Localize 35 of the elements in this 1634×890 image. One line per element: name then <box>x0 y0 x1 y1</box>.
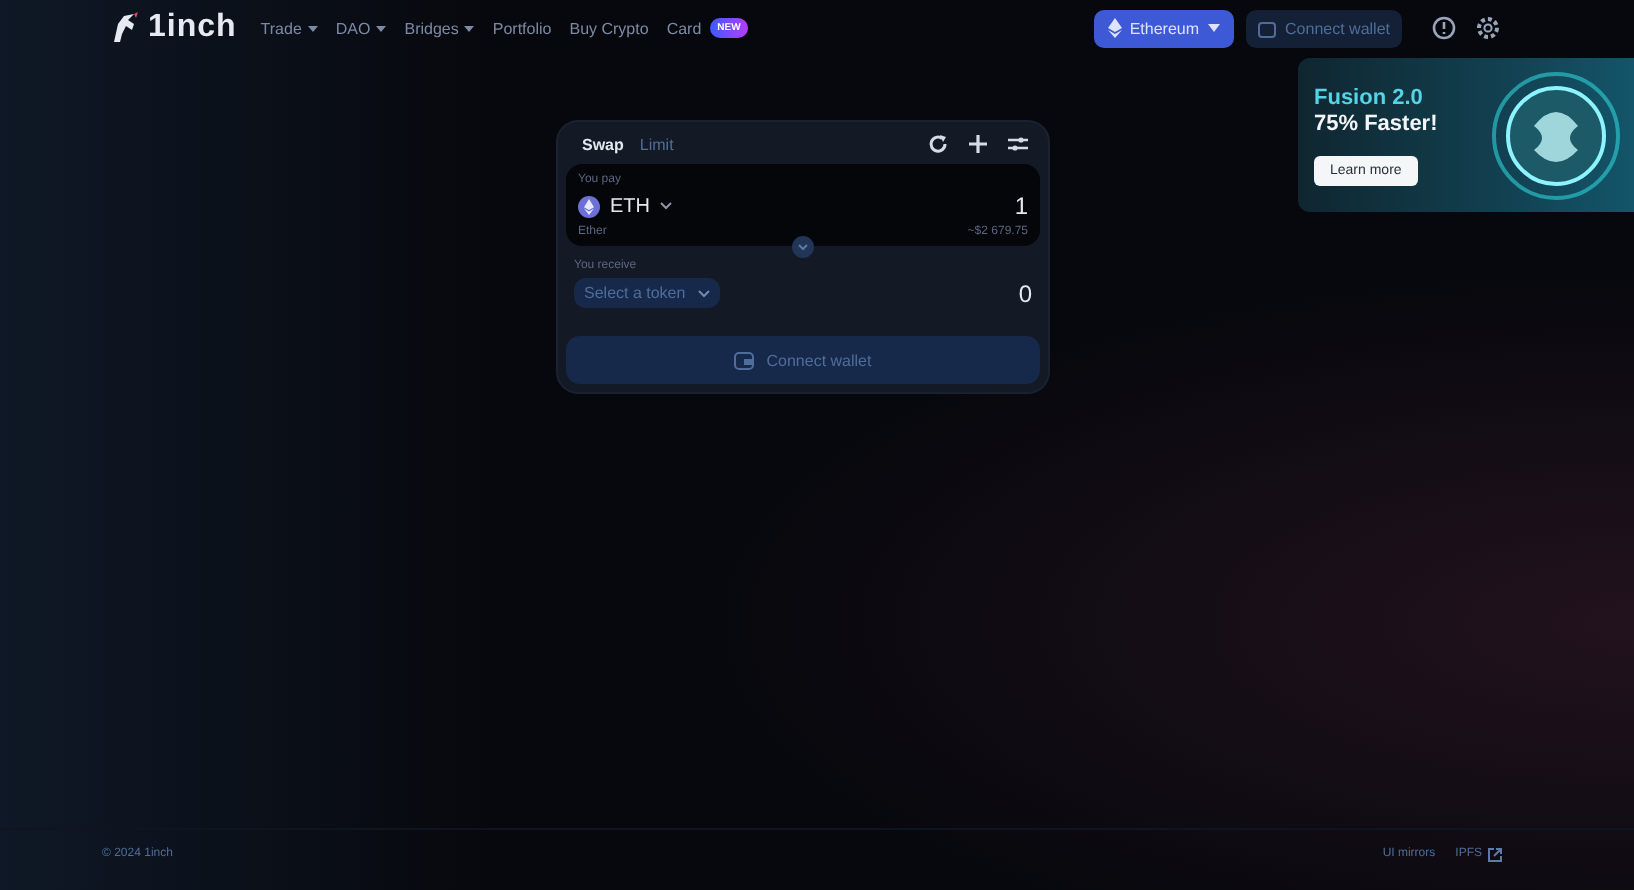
wallet-icon <box>1257 19 1276 37</box>
ethereum-icon <box>1107 18 1122 38</box>
logo-text: 1inch <box>148 10 237 46</box>
caret-icon <box>1207 24 1220 32</box>
glowing-emblem-drawing <box>1490 69 1622 201</box>
ethereum-icon <box>578 195 600 217</box>
sliders-icon[interactable] <box>1008 134 1028 154</box>
tab[interactable]: Swap <box>578 135 628 153</box>
help-icon[interactable] <box>1432 16 1456 40</box>
nav-link[interactable]: DAO <box>335 19 387 37</box>
logo[interactable]: 1inch <box>110 10 237 46</box>
pay-amount[interactable]: 1 <box>1014 192 1028 220</box>
network-button[interactable]: Ethereum <box>1093 9 1234 47</box>
nav-link[interactable]: Portfolio <box>492 19 552 37</box>
caret-icon <box>307 25 318 31</box>
swap-direction-icon[interactable] <box>792 236 814 258</box>
nav-link[interactable]: Buy Crypto <box>569 19 649 37</box>
token-selector[interactable]: ETH <box>578 195 672 217</box>
tab[interactable]: Limit <box>635 135 678 153</box>
banner-title: Fusion 2.0 <box>1314 85 1423 109</box>
caret-icon <box>660 202 672 210</box>
caret-icon <box>464 25 475 31</box>
receive-amount: 0 <box>1018 279 1032 307</box>
refresh-icon[interactable] <box>928 134 948 154</box>
nav-link[interactable]: Card <box>666 19 702 37</box>
nav-link[interactable]: Trade <box>260 19 318 37</box>
nav-link[interactable]: Bridges <box>404 19 475 37</box>
settings-icon[interactable] <box>1476 16 1500 40</box>
wallet-icon <box>734 350 755 370</box>
caret-icon <box>376 25 387 31</box>
caret-icon <box>697 289 710 297</box>
external-link-icon <box>1488 847 1502 861</box>
plus-icon[interactable] <box>968 134 988 154</box>
banner-subtitle: 75% Faster! <box>1314 111 1438 135</box>
connect-wallet-button[interactable]: Connect wallet <box>1245 9 1402 47</box>
